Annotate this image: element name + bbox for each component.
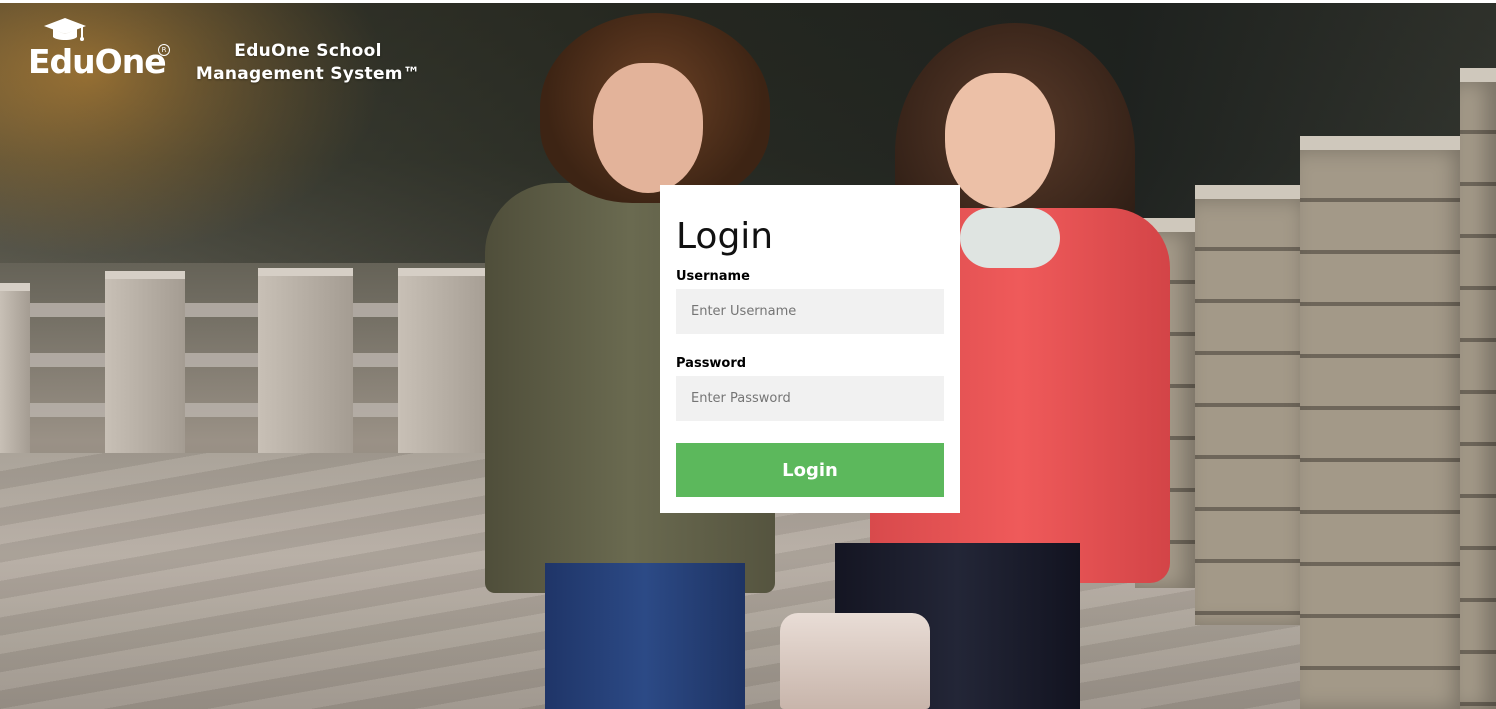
stone-pillar [1195, 185, 1315, 625]
fence-post [0, 283, 30, 463]
stone-pillar [1460, 68, 1496, 709]
username-input[interactable] [676, 289, 944, 334]
girl-collar [960, 208, 1060, 268]
eduone-logo: EduOne R [28, 18, 170, 81]
username-label: Username [676, 269, 750, 284]
app-title-line1: EduOne School [234, 41, 382, 61]
fence-post [105, 271, 185, 461]
login-card: Login Username Password Login [660, 185, 960, 513]
password-label: Password [676, 356, 747, 371]
girl-face [945, 73, 1055, 208]
login-button[interactable]: Login [676, 443, 944, 497]
app-title-line2: Management System™ [195, 64, 421, 84]
boy-jeans [545, 563, 745, 709]
brand-header: EduOne R EduOne School Management System… [28, 18, 420, 84]
app-title: EduOne School Management System™ [178, 40, 438, 86]
password-input[interactable] [676, 376, 944, 421]
handbag [780, 613, 930, 709]
login-heading: Login [676, 216, 774, 257]
fence-post [398, 268, 493, 468]
logo-wordmark: EduOne [28, 42, 167, 81]
registered-mark: R [158, 44, 170, 56]
fence-post [258, 268, 353, 463]
boy-face [593, 63, 703, 193]
stone-pillar [1300, 136, 1465, 709]
